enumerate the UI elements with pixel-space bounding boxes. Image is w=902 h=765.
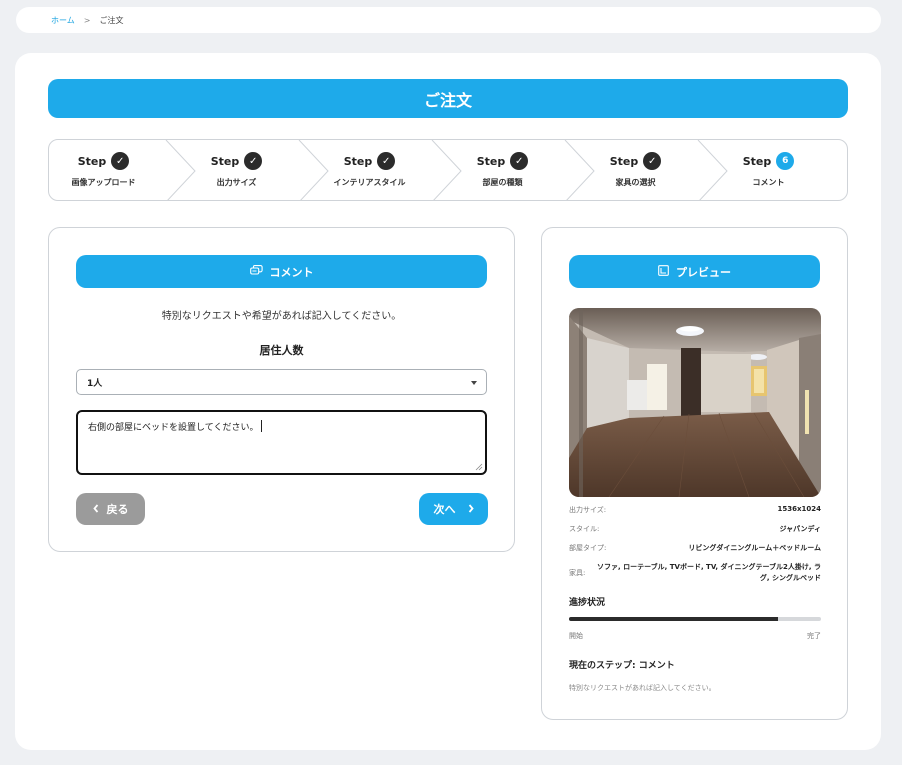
info-key: スタイル: — [569, 525, 600, 533]
step-4: Step ✓ 部屋の種類 — [436, 140, 569, 200]
room-preview-image — [569, 308, 821, 497]
check-icon: ✓ — [377, 152, 396, 170]
order-card: ご注文 Step ✓ 画像アップロード Step ✓ 出力サイズ Step ✓ インテ… — [15, 53, 881, 750]
progress-start-label: 開始 — [569, 632, 583, 640]
next-button-label: 次へ — [433, 503, 456, 516]
info-key: 部屋タイプ: — [569, 544, 607, 552]
residents-select-value: 1人 — [87, 378, 103, 389]
resize-grip-icon[interactable] — [475, 463, 483, 471]
step-1-label: 画像アップロード — [71, 178, 136, 187]
preview-header: プレビュー — [569, 255, 820, 288]
check-icon: ✓ — [244, 152, 263, 170]
step-4-title: Step — [476, 154, 506, 168]
step-1: Step ✓ 画像アップロード — [49, 140, 170, 200]
step-number-badge: 6 — [776, 152, 795, 170]
step-4-label: 部屋の種類 — [482, 178, 523, 187]
step-6-label: コメント — [752, 178, 785, 187]
step-5-label: 家具の選択 — [615, 178, 656, 187]
progress-labels: 開始 完了 — [569, 631, 821, 641]
current-step: 現在のステップ: コメント — [569, 661, 675, 671]
progress-bar — [569, 617, 821, 621]
comment-header: コメント — [76, 255, 487, 288]
step-5: Step ✓ 家具の選択 — [569, 140, 702, 200]
step-3-label: インテリアスタイル — [333, 178, 406, 187]
progress-bar-fill — [569, 617, 779, 621]
back-button[interactable]: 戻る — [76, 493, 145, 525]
next-button[interactable]: 次へ — [419, 493, 488, 525]
info-value: ソファ, ローテーブル, TVボード, TV, ダイニングテーブル2人掛け, ラ… — [597, 563, 821, 582]
step-5-title: Step — [609, 154, 639, 168]
step-6: Step 6 コメント — [702, 140, 835, 200]
text-cursor — [261, 420, 263, 432]
progress-end-label: 完了 — [807, 632, 821, 640]
check-icon: ✓ — [111, 152, 130, 170]
info-key: 出力サイズ: — [569, 506, 607, 514]
info-row-furniture: 家具: ソファ, ローテーブル, TVボード, TV, ダイニングテーブル2人掛… — [569, 562, 821, 583]
step-2: Step ✓ 出力サイズ — [170, 140, 303, 200]
check-icon: ✓ — [510, 152, 529, 170]
image-frame-icon — [658, 264, 669, 279]
back-button-label: 戻る — [106, 503, 129, 516]
step-2-title: Step — [210, 154, 240, 168]
stepper: Step ✓ 画像アップロード Step ✓ 出力サイズ Step ✓ インテリアスタ… — [48, 139, 848, 201]
breadcrumb-current: ご注文 — [99, 15, 124, 25]
info-row-output-size: 出力サイズ: 1536x1024 — [569, 505, 821, 515]
info-key: 家具: — [569, 568, 586, 577]
info-value: リビングダイニングルーム＋ベッドルーム — [688, 544, 821, 552]
comment-header-label: コメント — [269, 265, 314, 279]
caret-down-icon — [471, 381, 477, 385]
progress-title: 進捗状況 — [569, 598, 606, 608]
comment-text: 右側の部屋にベッドを設置してください。 — [88, 423, 259, 433]
comment-intro: 特別なリクエストや希望があれば記入してください。 — [161, 311, 402, 322]
step-2-label: 出力サイズ — [216, 178, 257, 187]
check-icon: ✓ — [643, 152, 662, 170]
comment-textarea[interactable]: 右側の部屋にベッドを設置してください。 — [76, 410, 487, 475]
info-value: ジャパンディ — [779, 525, 821, 533]
residents-label: 居住人数 — [259, 344, 304, 357]
page-title: ご注文 — [48, 79, 848, 118]
step-6-title: Step — [742, 154, 772, 168]
comment-panel: コメント 特別なリクエストや希望があれば記入してください。 居住人数 1人 右側… — [48, 227, 515, 552]
chat-bubble-icon — [249, 264, 263, 279]
info-value: 1536x1024 — [777, 505, 821, 513]
current-step-description: 特別なリクエストがあれば記入してください。 — [569, 684, 716, 692]
step-1-title: Step — [77, 154, 107, 168]
residents-select[interactable]: 1人 — [76, 369, 487, 395]
step-3: Step ✓ インテリアスタイル — [303, 140, 436, 200]
chevron-right-icon — [468, 503, 474, 516]
preview-header-label: プレビュー — [676, 265, 731, 279]
info-row-style: スタイル: ジャパンディ — [569, 524, 821, 534]
info-row-room-type: 部屋タイプ: リビングダイニングルーム＋ベッドルーム — [569, 543, 821, 553]
chevron-left-icon — [92, 503, 99, 516]
breadcrumb-separator: > — [83, 15, 91, 25]
breadcrumb-home-link[interactable]: ホーム — [51, 15, 75, 26]
breadcrumb: ホーム > ご注文 — [16, 7, 881, 33]
preview-panel: プレビュー 出力サイズ: 1536x1024 スタイル: ジャパンディ 部屋タイ… — [541, 227, 848, 720]
step-3-title: Step — [343, 154, 373, 168]
